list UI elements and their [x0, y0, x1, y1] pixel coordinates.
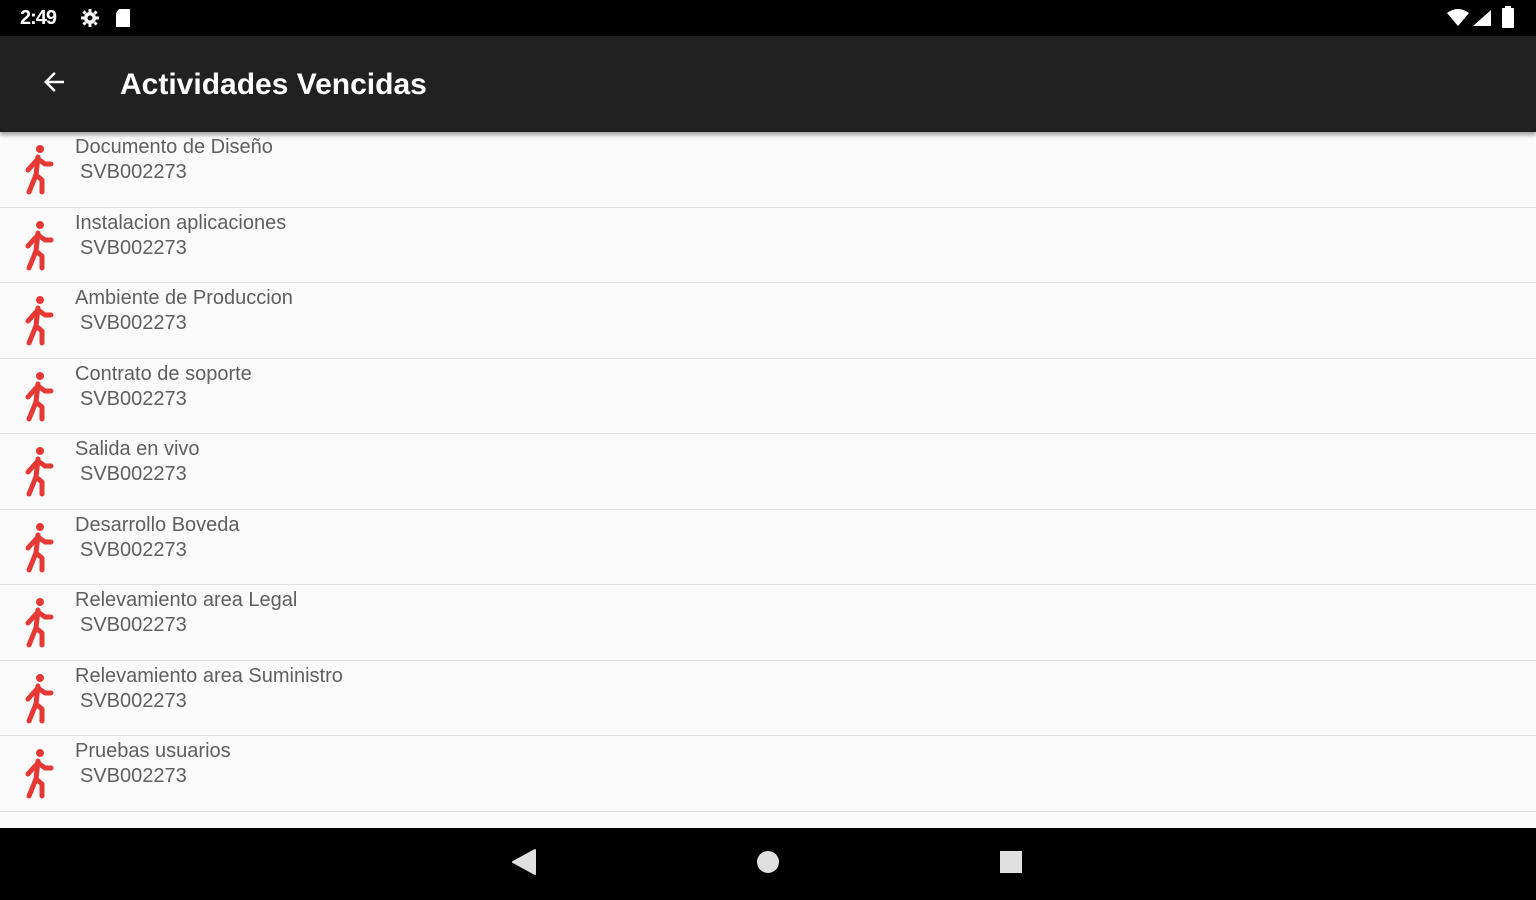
- list-item[interactable]: Documento de Diseño SVB002273: [0, 132, 1536, 208]
- walking-person-icon: [18, 142, 58, 198]
- list-item[interactable]: Relevamiento area Legal SVB002273: [0, 585, 1536, 661]
- walking-person-icon: [18, 444, 58, 500]
- activity-code: SVB002273: [80, 463, 187, 485]
- activity-code: SVB002273: [80, 538, 187, 561]
- list-item[interactable]: Instalacion aplicaciones SVB002273: [0, 208, 1536, 283]
- activity-title: Contrato de soporte: [75, 362, 252, 385]
- list-item[interactable]: Ambiente de Produccion SVB002273: [0, 283, 1536, 359]
- activity-code: SVB002273: [80, 312, 187, 334]
- nav-recents-icon: [998, 849, 1024, 880]
- gear-icon: [80, 8, 100, 33]
- nav-back-button[interactable]: [500, 842, 548, 886]
- walking-person-icon: [18, 520, 58, 576]
- nav-recents-button[interactable]: [987, 842, 1035, 886]
- page-title: Actividades Vencidas: [120, 68, 427, 101]
- navigation-bar: [0, 828, 1536, 900]
- activity-title: Pruebas usuarios: [75, 740, 231, 762]
- signal-icon: [1472, 9, 1492, 32]
- battery-icon: [1501, 6, 1515, 33]
- activity-title: Relevamiento area Legal: [75, 589, 298, 611]
- activity-title: Salida en vivo: [75, 438, 200, 460]
- walking-person-icon: [18, 595, 58, 651]
- walking-person-icon: [18, 746, 58, 802]
- sd-card-icon: [114, 8, 132, 33]
- list-item-partial[interactable]: [0, 812, 1536, 829]
- nav-home-icon: [755, 849, 781, 880]
- arrow-back-icon: [39, 67, 69, 102]
- status-time: 2:49: [20, 7, 57, 29]
- nav-back-icon: [511, 848, 537, 881]
- activity-title: Instalacion aplicaciones: [75, 211, 287, 234]
- walking-person-icon: [18, 218, 58, 274]
- wifi-icon: [1446, 9, 1470, 32]
- nav-home-button[interactable]: [744, 842, 792, 886]
- activity-code: SVB002273: [80, 161, 187, 183]
- list-item[interactable]: Desarrollo Boveda SVB002273: [0, 510, 1536, 585]
- walking-person-icon: [18, 671, 58, 727]
- activity-code: SVB002273: [80, 236, 187, 259]
- list-item[interactable]: Contrato de soporte SVB002273: [0, 359, 1536, 434]
- walking-person-icon: [18, 293, 58, 349]
- activity-title: Ambiente de Produccion: [75, 287, 293, 309]
- activity-title: Documento de Diseño: [75, 136, 273, 158]
- list-item[interactable]: Relevamiento area Suministro SVB002273: [0, 661, 1536, 736]
- status-bar: 2:49: [0, 0, 1536, 36]
- activity-title: Desarrollo Boveda: [75, 513, 240, 536]
- activity-title: Relevamiento area Suministro: [75, 664, 343, 687]
- activity-list: Documento de Diseño SVB002273 Instalacio…: [0, 132, 1536, 828]
- activity-code: SVB002273: [80, 689, 187, 712]
- list-item[interactable]: Pruebas usuarios SVB002273: [0, 736, 1536, 812]
- activity-code: SVB002273: [80, 387, 187, 410]
- activity-code: SVB002273: [80, 765, 187, 787]
- walking-person-icon: [18, 369, 58, 425]
- app-bar: Actividades Vencidas: [0, 36, 1536, 132]
- list-item[interactable]: Salida en vivo SVB002273: [0, 434, 1536, 510]
- activity-code: SVB002273: [80, 614, 187, 636]
- back-button[interactable]: [26, 58, 82, 110]
